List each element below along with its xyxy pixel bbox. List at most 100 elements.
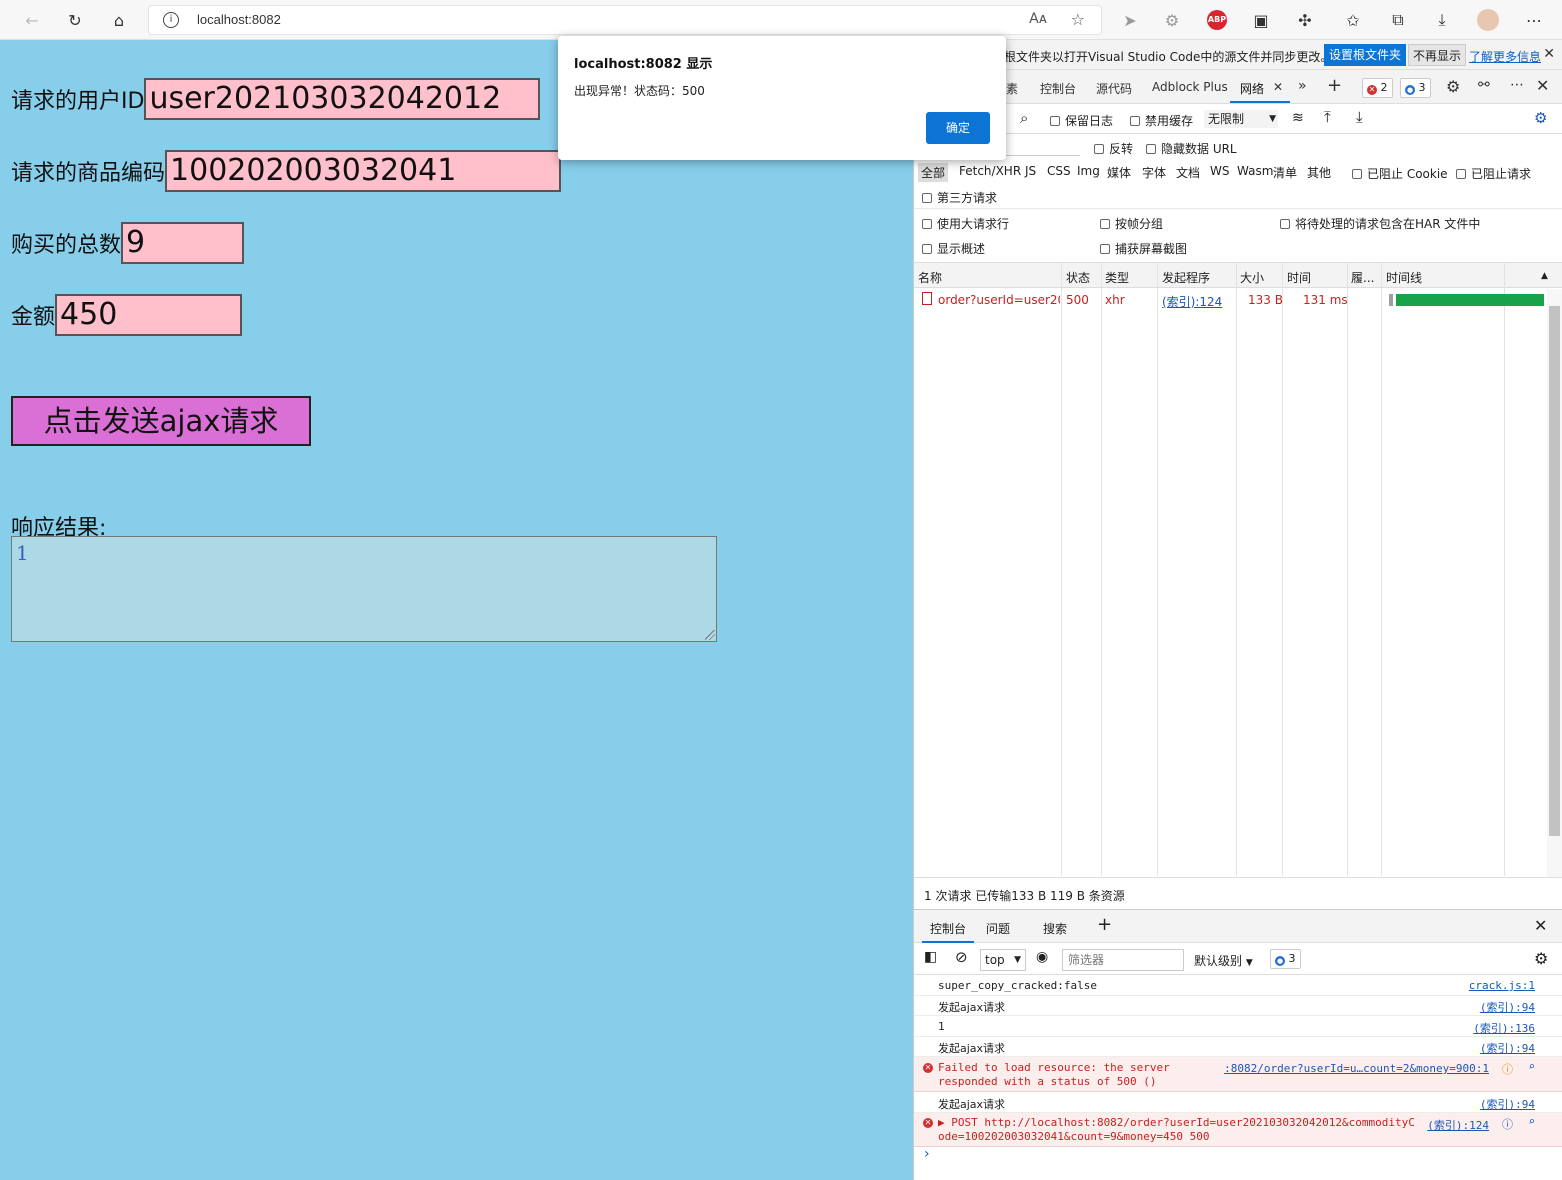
extension-gear-icon[interactable]: ⚙ <box>1160 8 1184 32</box>
add-favorite-icon[interactable]: ☆ <box>1071 10 1085 29</box>
tab-elements[interactable]: 素 <box>1006 80 1018 97</box>
filter-ws[interactable]: WS <box>1207 163 1232 179</box>
download-har-icon[interactable]: ⤓ <box>1356 108 1363 126</box>
tab-sources[interactable]: 源代码 <box>1096 80 1132 97</box>
capture-screenshots-checkbox[interactable]: 捕获屏幕截图 <box>1100 240 1187 257</box>
log-level-select[interactable]: 默认级别 ▼ <box>1194 952 1253 969</box>
message-count-badge[interactable]: ● 3 <box>1400 78 1431 98</box>
upload-icon[interactable]: ⤒ <box>1324 108 1331 126</box>
preserve-log-checkbox[interactable]: 保留日志 <box>1050 112 1113 129</box>
console-source-link[interactable]: crack.js:1 <box>1469 979 1535 992</box>
more-options-icon[interactable]: ⋯ <box>1510 77 1524 93</box>
drawer-tab-issues[interactable]: 问题 <box>986 920 1010 937</box>
network-scrollbar[interactable] <box>1547 289 1562 877</box>
console-filter-input[interactable]: 筛选器 <box>1062 949 1184 971</box>
tab-network[interactable]: 网络 <box>1240 80 1264 97</box>
request-name[interactable]: order?userId=user20... <box>938 293 1060 307</box>
search-icon[interactable]: ⌕ <box>1528 1115 1535 1128</box>
response-textarea[interactable]: 1 <box>11 536 717 642</box>
more-icon[interactable]: ⋯ <box>1522 8 1546 32</box>
console-source-link[interactable]: (索引):94 <box>1480 1040 1535 1056</box>
throttle-select[interactable]: 无限制 ▼ <box>1204 110 1278 128</box>
alert-ok-button[interactable]: 确定 <box>926 112 990 144</box>
extensions-icon[interactable]: ✣ <box>1293 8 1317 32</box>
filter-css[interactable]: CSS <box>1044 163 1074 179</box>
add-tab-icon[interactable]: + <box>1327 75 1342 96</box>
favorites-icon[interactable]: ✩ <box>1341 8 1365 32</box>
address-bar[interactable]: i localhost:8082 Aᴀ ☆ <box>148 5 1102 35</box>
warning-info-icon[interactable]: ⓘ <box>1502 1061 1513 1077</box>
table-row[interactable]: order?userId=user20... 500 xhr (索引):124 … <box>914 289 1547 311</box>
hide-data-url-checkbox[interactable]: 隐藏数据 URL <box>1146 140 1237 157</box>
live-expression-eye-icon[interactable]: ◉ <box>1036 949 1048 965</box>
console-source-link[interactable]: (索引):94 <box>1480 999 1535 1015</box>
tabs-icon[interactable]: ⧉ <box>1386 8 1410 32</box>
drawer-tab-search[interactable]: 搜索 <box>1043 920 1067 937</box>
home-icon[interactable]: ⌂ <box>107 8 131 32</box>
network-settings-icon[interactable]: ⚙ <box>1534 109 1547 127</box>
console-source-link[interactable]: (索引):124 <box>1427 1117 1489 1133</box>
console-source-link[interactable]: :8082/order?userId=u…count=2&money=900:1 <box>1224 1062 1489 1075</box>
filter-media[interactable]: 媒体 <box>1104 163 1134 182</box>
filter-font[interactable]: 字体 <box>1139 163 1169 182</box>
filter-other[interactable]: 其他 <box>1304 163 1334 182</box>
close-devtools-icon[interactable]: ✕ <box>1536 76 1549 95</box>
sort-asc-icon[interactable]: ▲ <box>1541 271 1548 281</box>
console-source-link[interactable]: (索引):136 <box>1473 1020 1535 1036</box>
tab-console[interactable]: 控制台 <box>1040 80 1076 97</box>
console-message-badge[interactable]: ● 3 <box>1270 949 1301 969</box>
context-select[interactable]: top ▼ <box>980 949 1026 971</box>
read-aloud-icon[interactable]: Aᴀ <box>1029 11 1047 27</box>
col-waterfall[interactable]: 时间线 <box>1386 269 1422 286</box>
filter-img[interactable]: Img <box>1074 163 1103 179</box>
blocked-requests-checkbox[interactable]: 已阻止请求 <box>1456 165 1531 182</box>
profile-avatar[interactable] <box>1476 8 1500 32</box>
download-icon[interactable]: ⤓ <box>1430 8 1454 32</box>
console-prompt[interactable]: › <box>924 1146 930 1162</box>
tab-adblock-plus[interactable]: Adblock Plus <box>1152 80 1228 94</box>
settings-gear-icon[interactable]: ⚙ <box>1446 77 1460 96</box>
col-type[interactable]: 类型 <box>1105 269 1129 286</box>
filter-manifest[interactable]: 清单 <box>1270 163 1300 182</box>
money-input[interactable]: 450 <box>55 294 243 336</box>
adblock-plus-icon[interactable]: ABP <box>1205 8 1229 32</box>
search-icon[interactable]: ⌕ <box>1528 1060 1535 1073</box>
learn-more-link[interactable]: 了解更多信息 <box>1469 48 1541 65</box>
more-tabs-icon[interactable]: » <box>1298 78 1307 94</box>
extension-arrow-icon[interactable]: ➤ <box>1118 8 1142 32</box>
refresh-icon[interactable]: ↻ <box>63 8 87 32</box>
disable-cache-checkbox[interactable]: 禁用缓存 <box>1130 112 1193 129</box>
scrollbar-thumb[interactable] <box>1549 306 1560 836</box>
wifi-icon[interactable]: ≋ <box>1292 110 1304 126</box>
commodity-input[interactable]: 100202003032041 <box>165 150 562 192</box>
dont-show-again-button[interactable]: 不再显示 <box>1408 44 1467 66</box>
col-size[interactable]: 大小 <box>1240 269 1264 286</box>
close-drawer-icon[interactable]: ✕ <box>1534 916 1547 935</box>
col-name[interactable]: 名称 <box>918 269 942 286</box>
blocked-cookies-checkbox[interactable]: 已阻止 Cookie <box>1352 165 1448 182</box>
group-by-frame-checkbox[interactable]: 按帧分组 <box>1100 215 1163 232</box>
invert-checkbox[interactable]: 反转 <box>1094 140 1133 157</box>
third-party-checkbox[interactable]: 第三方请求 <box>922 189 997 206</box>
close-network-tab-icon[interactable]: ✕ <box>1273 80 1283 94</box>
set-root-folder-button[interactable]: 设置根文件夹 <box>1324 44 1407 66</box>
col-status[interactable]: 状态 <box>1066 269 1090 286</box>
add-drawer-tab-icon[interactable]: + <box>1097 914 1112 935</box>
back-icon[interactable]: ← <box>20 8 44 32</box>
filter-doc[interactable]: 文档 <box>1173 163 1203 182</box>
drawer-tab-console[interactable]: 控制台 <box>930 920 966 937</box>
col-fulfilled[interactable]: 履... <box>1351 269 1374 286</box>
console-settings-icon[interactable]: ⚙ <box>1534 949 1548 968</box>
info-icon[interactable]: ⓘ <box>1502 1116 1513 1132</box>
connect-icon[interactable]: ⚯ <box>1478 77 1490 93</box>
filter-js[interactable]: JS <box>1022 163 1039 179</box>
site-info-icon[interactable]: i <box>163 12 179 28</box>
large-rows-checkbox[interactable]: 使用大请求行 <box>922 215 1009 232</box>
count-input[interactable]: 9 <box>121 222 245 264</box>
clear-console-icon[interactable]: ⊘ <box>955 948 968 966</box>
search-icon[interactable]: ⌕ <box>1020 109 1028 127</box>
filter-all[interactable]: 全部 <box>918 163 949 182</box>
col-initiator[interactable]: 发起程序 <box>1162 269 1210 286</box>
close-infobar-icon[interactable]: ✕ <box>1543 46 1555 62</box>
sidebar-toggle-icon[interactable]: ◧ <box>924 949 937 965</box>
